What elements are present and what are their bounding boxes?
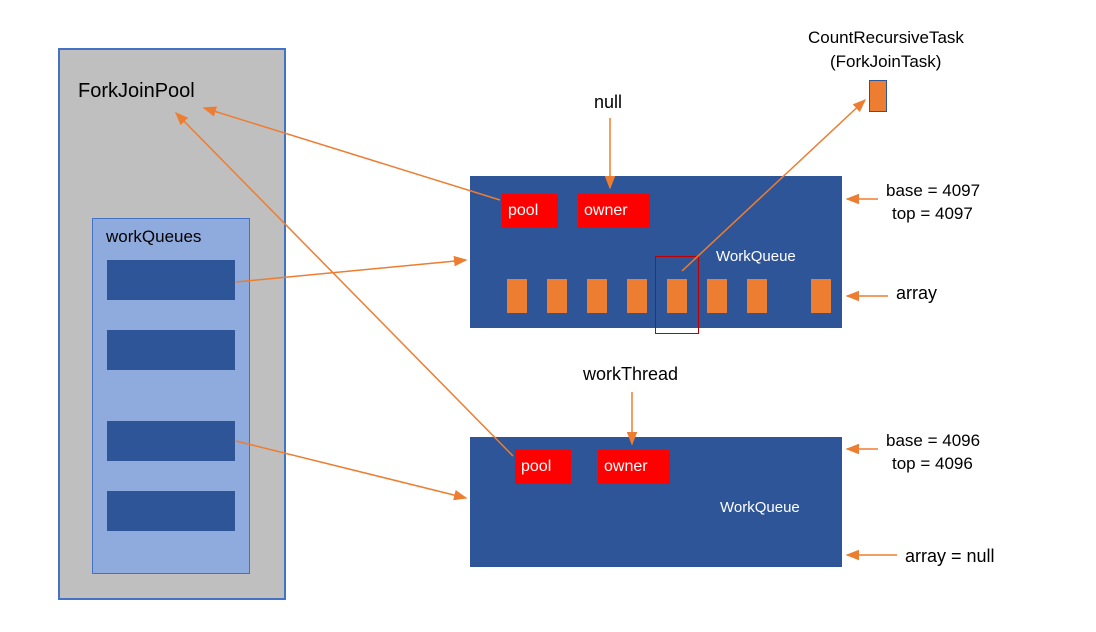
array-null-label: array = null	[905, 546, 995, 567]
array-slot-3	[626, 278, 648, 314]
null-label: null	[594, 92, 622, 113]
task-box	[869, 80, 887, 112]
workqueue-slot-0	[107, 260, 235, 300]
base-label-2: base = 4096	[886, 431, 980, 451]
forkjoinpool-title: ForkJoinPool	[78, 80, 195, 103]
owner-field-2: owner	[598, 450, 670, 484]
task-label-line2: (ForkJoinTask)	[830, 52, 941, 72]
array-slot-6	[746, 278, 768, 314]
task-label-line1: CountRecursiveTask	[808, 28, 964, 48]
workqueue-label-2: WorkQueue	[720, 499, 800, 516]
top-label-2: top = 4096	[892, 454, 973, 474]
workqueue-slot-3	[107, 491, 235, 531]
array-slot-5	[706, 278, 728, 314]
workqueue-slot-1	[107, 330, 235, 370]
top-label-1: top = 4097	[892, 204, 973, 224]
array-slot-7	[810, 278, 832, 314]
owner-field-1: owner	[578, 194, 650, 228]
workqueue-slot-2	[107, 421, 235, 461]
base-label-1: base = 4097	[886, 181, 980, 201]
array-highlight-box	[655, 256, 699, 334]
workqueues-label: workQueues	[106, 227, 201, 247]
array-label: array	[896, 283, 937, 304]
array-slot-0	[506, 278, 528, 314]
array-slot-2	[586, 278, 608, 314]
pool-field-2: pool	[515, 450, 571, 484]
workqueue-label-1: WorkQueue	[716, 248, 796, 265]
workthread-label: workThread	[583, 364, 678, 385]
array-slot-1	[546, 278, 568, 314]
pool-field-1: pool	[502, 194, 558, 228]
